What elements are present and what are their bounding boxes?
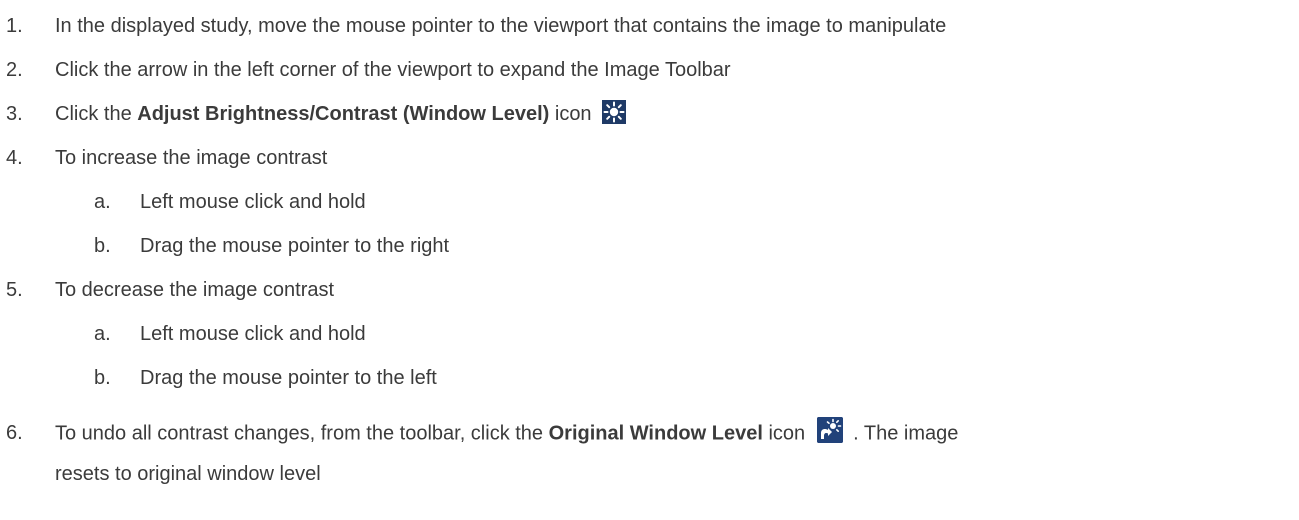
substep-letter: a.	[94, 191, 111, 213]
step-text: To increase the image contrast	[55, 147, 328, 169]
substep-text: Drag the mouse pointer to the right	[140, 235, 450, 257]
step-number: 1.	[6, 15, 23, 37]
step-text: In the displayed study, move the mouse p…	[55, 15, 947, 37]
step-bold-term: Original Window Level	[548, 422, 763, 445]
step-text-continuation: resets to original window level	[55, 463, 321, 485]
step-text: Click the arrow in the left corner of th…	[55, 59, 731, 81]
step-number: 6.	[6, 422, 23, 444]
step-number: 4.	[6, 147, 23, 169]
substep-text: Left mouse click and hold	[140, 323, 366, 345]
substep-letter: b.	[94, 235, 111, 257]
step-number: 3.	[6, 103, 23, 125]
substep-text: Left mouse click and hold	[140, 191, 366, 213]
original-window-level-icon	[817, 417, 844, 443]
step-text: Click the Adjust Brightness/Contrast (Wi…	[55, 99, 626, 127]
step-text: To decrease the image contrast	[55, 279, 335, 301]
step-number: 2.	[6, 59, 23, 81]
substep-letter: b.	[94, 367, 111, 389]
step-bold-term: Adjust Brightness/Contrast (Window Level…	[137, 103, 550, 125]
step-number: 5.	[6, 279, 23, 301]
step-text: To undo all contrast changes, from the t…	[55, 417, 958, 447]
brightness-sun-icon	[601, 99, 626, 124]
substep-text: Drag the mouse pointer to the left	[140, 367, 437, 389]
substep-letter: a.	[94, 323, 111, 345]
